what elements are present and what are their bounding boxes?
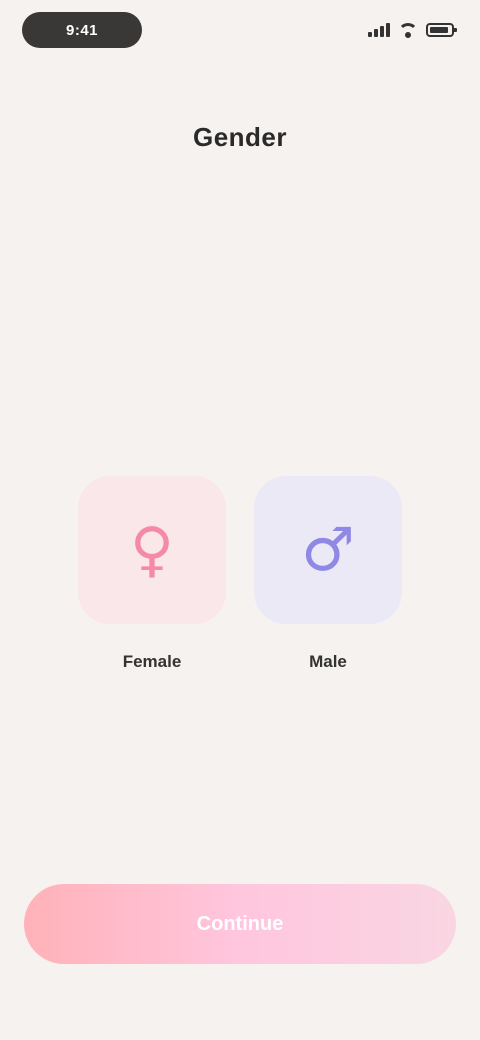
status-time: 9:41 [22,12,142,48]
page-title: Gender [192,122,288,152]
wifi-icon [398,23,418,38]
battery-icon [426,23,457,37]
gender-option-male[interactable]: ♂ Male [244,476,412,672]
male-card[interactable]: ♂ [254,476,402,624]
female-label: Female [122,652,182,671]
gender-option-female[interactable]: ♀ Female [68,476,236,672]
status-icons [368,18,457,42]
male-label: Male [309,652,347,671]
female-icon: ♀ [130,515,174,585]
continue-button[interactable]: Continue [24,884,456,964]
signal-icon [368,23,390,37]
male-icon: ♂ [301,515,355,585]
female-card[interactable]: ♀ [78,476,226,624]
status-bar: 9:41 [0,0,480,64]
